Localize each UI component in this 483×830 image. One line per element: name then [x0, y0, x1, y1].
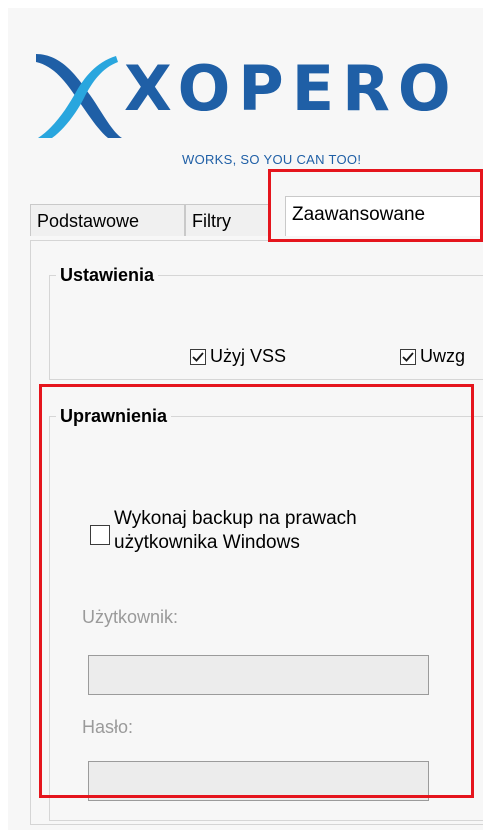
tab-panel-zaawansowane: Ustawienia Użyj VSS Uwzg Uprawnienia Wyk…: [30, 240, 483, 825]
tab-filtry[interactable]: Filtry: [185, 204, 269, 236]
user-field-label: Użytkownik:: [82, 607, 179, 627]
password-field-label: Hasło:: [82, 717, 134, 737]
logo-tagline: WORKS, SO YOU CAN TOO!: [182, 152, 362, 167]
ustawienia-group: Ustawienia Użyj VSS Uwzg: [49, 265, 483, 380]
uprawnienia-group: Uprawnienia Wykonaj backup na prawach uż…: [49, 406, 483, 821]
tab-zaawansowane[interactable]: Zaawansowane: [285, 196, 483, 236]
uwzg-label: Uwzg: [420, 346, 466, 366]
uprawnienia-title: Uprawnienia: [60, 406, 168, 426]
logo-wordmark: XOPERO: [124, 52, 459, 125]
use-vss-checkbox[interactable]: Użyj VSS: [190, 346, 286, 367]
backup-as-windows-user-label: Wykonaj backup na prawach użytkownika Wi…: [114, 508, 357, 553]
uwzg-checkbox[interactable]: Uwzg: [400, 346, 465, 367]
settings-window: XOPERO WORKS, SO YOU CAN TOO! Podstawowe…: [8, 8, 483, 830]
backup-as-windows-user-checkbox[interactable]: Wykonaj backup na prawach użytkownika Wi…: [90, 507, 444, 555]
password-input[interactable]: [88, 761, 429, 801]
checkbox-unchecked-icon[interactable]: [90, 525, 110, 545]
logo-x-icon: [36, 54, 122, 138]
tab-podstawowe[interactable]: Podstawowe: [30, 204, 185, 236]
xopero-logo: XOPERO WORKS, SO YOU CAN TOO!: [32, 48, 472, 173]
checkbox-checked-icon[interactable]: [400, 348, 416, 365]
use-vss-label: Użyj VSS: [210, 346, 287, 366]
tab-bar: Podstawowe Filtry Zaawansowane: [30, 196, 483, 240]
checkbox-checked-icon[interactable]: [190, 348, 206, 365]
user-input[interactable]: [88, 655, 429, 695]
ustawienia-title: Ustawienia: [60, 265, 155, 285]
